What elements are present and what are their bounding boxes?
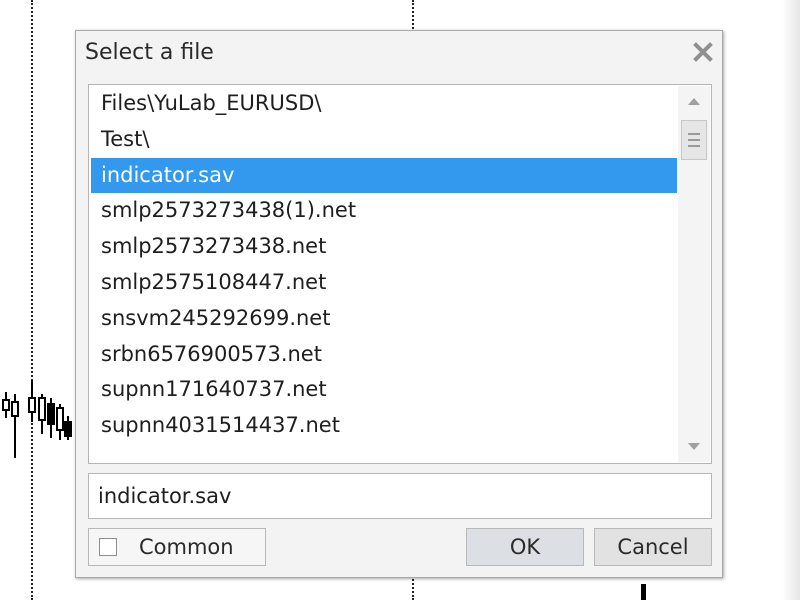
file-list-item[interactable]: smlp2573273438.net	[91, 229, 677, 265]
scroll-thumb[interactable]	[681, 120, 707, 160]
dialog-titlebar[interactable]: Select a file	[76, 31, 722, 75]
common-label: Common	[139, 535, 234, 559]
dialog-title: Select a file	[85, 40, 214, 65]
scroll-down-button[interactable]	[678, 434, 710, 460]
triangle-down-icon	[688, 443, 700, 450]
file-list: Files\YuLab_EURUSD\ Test\ indicator.sav sml…	[91, 86, 677, 462]
vertical-scrollbar[interactable]	[678, 86, 710, 462]
window-edge	[782, 0, 800, 600]
scroll-up-button[interactable]	[678, 88, 710, 114]
chart-bar-fragment	[641, 584, 646, 600]
common-checkbox-group[interactable]: Common	[88, 528, 266, 566]
file-list-item[interactable]: supnn171640737.net	[91, 372, 677, 408]
close-icon[interactable]	[692, 41, 714, 63]
ok-button[interactable]: OK	[466, 528, 584, 566]
grip-line	[688, 139, 700, 141]
triangle-up-icon	[688, 98, 700, 105]
common-checkbox[interactable]	[99, 538, 117, 556]
file-list-item[interactable]: supnn4031514437.net	[91, 408, 677, 444]
file-list-item[interactable]: smlp2575108447.net	[91, 265, 677, 301]
file-list-item[interactable]: smlp2573273438(1).net	[91, 193, 677, 229]
filename-input[interactable]	[88, 473, 712, 519]
file-list-item[interactable]: Test\	[91, 122, 677, 158]
file-listbox[interactable]: Files\YuLab_EURUSD\ Test\ indicator.sav sml…	[88, 84, 712, 464]
file-list-item[interactable]: snsvm245292699.net	[91, 301, 677, 337]
grip-line	[688, 145, 700, 147]
file-list-item[interactable]: srbn6576900573.net	[91, 337, 677, 373]
cancel-button[interactable]: Cancel	[594, 528, 712, 566]
desktop-stage: Select a file Files\YuLab_EURUSD\ Test\ in…	[0, 0, 800, 600]
chart-grid-line	[31, 0, 33, 600]
file-list-item[interactable]: Files\YuLab_EURUSD\	[91, 86, 677, 122]
select-file-dialog: Select a file Files\YuLab_EURUSD\ Test\ in…	[75, 30, 723, 578]
grip-line	[688, 133, 700, 135]
candlestick-chart-fragment	[2, 380, 72, 458]
file-list-item-selected[interactable]: indicator.sav	[91, 157, 677, 194]
